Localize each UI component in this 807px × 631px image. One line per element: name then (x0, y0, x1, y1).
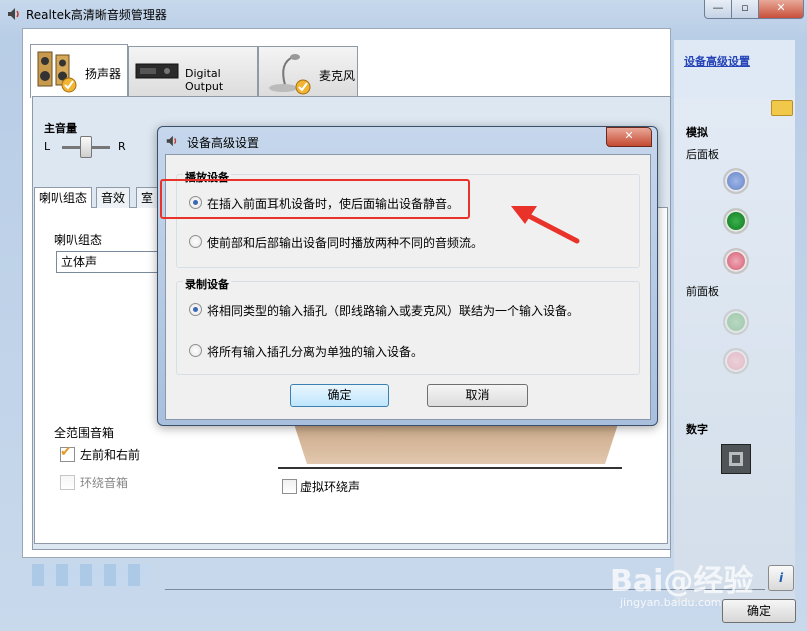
minimize-button[interactable]: — (704, 0, 732, 19)
dialog-title: 设备高级设置 (187, 136, 260, 150)
recording-group (176, 281, 640, 375)
watermark-url: jingyan.baidu.com (620, 596, 722, 609)
speaker-config-label: 喇叭组态 (54, 233, 103, 247)
minimize-icon: — (712, 1, 724, 14)
virtual-surround-label: 虚拟环绕声 (300, 480, 361, 494)
info-icon: i (778, 571, 784, 585)
surround-checkbox[interactable] (60, 475, 75, 490)
front-lr-label: 左前和右前 (80, 448, 141, 462)
surround-label: 环绕音箱 (80, 476, 129, 490)
volume-right-label: R (118, 140, 126, 153)
digital-output-icon (135, 63, 179, 79)
maximize-icon: ▫ (741, 1, 749, 14)
connector-panel-header (674, 40, 795, 98)
advanced-settings-link[interactable]: 设备高级设置 (684, 53, 750, 69)
microphone-icon (269, 54, 311, 95)
subtab-room[interactable]: 室 (136, 187, 159, 208)
tab-speaker-label: 扬声器 (85, 67, 122, 81)
tie-inputs-radio[interactable] (189, 303, 202, 316)
tab-digital-output[interactable]: Digital Output (128, 46, 258, 97)
subtab-speaker-config[interactable]: 喇叭组态 (34, 187, 93, 208)
front-headphone-jack-icon[interactable] (723, 309, 749, 335)
dialog-ok-button[interactable]: 确定 (290, 384, 389, 407)
speaker-device-icon (37, 51, 77, 93)
close-icon: ✕ (776, 1, 786, 14)
mic-in-jack-icon[interactable] (723, 248, 749, 274)
arrow-icon (511, 206, 580, 244)
recording-group-label: 录制设备 (183, 276, 231, 292)
speaker-icon (166, 135, 177, 147)
close-button[interactable]: ✕ (758, 0, 804, 19)
back-panel-label: 后面板 (686, 148, 719, 161)
volume-left-label: L (44, 140, 51, 153)
close-icon: ✕ (624, 129, 634, 142)
dialog-close-button[interactable]: ✕ (606, 127, 652, 147)
analog-label: 模拟 (686, 126, 708, 139)
front-mic-jack-icon[interactable] (723, 348, 749, 374)
main-volume-label: 主音量 (44, 122, 77, 135)
maximize-button[interactable]: ▫ (731, 0, 759, 19)
balance-slider-thumb[interactable] (80, 136, 92, 158)
separate-inputs-label[interactable]: 将所有输入插孔分离为单独的输入设备。 (207, 343, 423, 360)
virtual-surround-checkbox[interactable] (282, 479, 297, 494)
tie-inputs-label[interactable]: 将相同类型的输入插孔（即线路输入或麦克风）联结为一个输入设备。 (207, 302, 579, 319)
watermark: Bai@经验 (610, 564, 754, 599)
fullrange-label: 全范围音箱 (54, 426, 115, 440)
check-mark-icon: ✔ (60, 444, 72, 460)
dialog-cancel-button[interactable]: 取消 (427, 384, 528, 407)
multistream-label[interactable]: 使前部和后部输出设备同时播放两种不同的音频流。 (207, 234, 483, 251)
digital-label: 数字 (686, 423, 708, 436)
spdif-port-icon[interactable] (721, 444, 751, 474)
subtab-sound-effects[interactable]: 音效 (96, 187, 131, 208)
ok-button[interactable]: 确定 (722, 599, 796, 623)
folder-icon[interactable] (771, 100, 793, 116)
tab-digital-label: Digital Output (185, 67, 224, 93)
speaker-config-select[interactable]: 立体声 (56, 251, 172, 273)
device-info-blurred (32, 564, 150, 586)
room-floor-graphic (294, 424, 618, 464)
highlight-box (160, 179, 470, 219)
line-out-jack-icon[interactable] (723, 208, 749, 234)
tab-mic-label: 麦克风 (319, 69, 356, 83)
separate-inputs-radio[interactable] (189, 344, 202, 357)
tab-speaker[interactable]: 扬声器 (30, 44, 128, 98)
info-button[interactable]: i (768, 565, 794, 591)
room-base-line (278, 467, 622, 469)
line-in-jack-icon[interactable] (723, 168, 749, 194)
speaker-icon (8, 8, 19, 20)
tab-microphone[interactable]: 麦克风 (258, 46, 358, 97)
multistream-radio[interactable] (189, 235, 202, 248)
front-panel-label: 前面板 (686, 285, 719, 298)
window-title: Realtek高清晰音频管理器 (26, 8, 167, 22)
